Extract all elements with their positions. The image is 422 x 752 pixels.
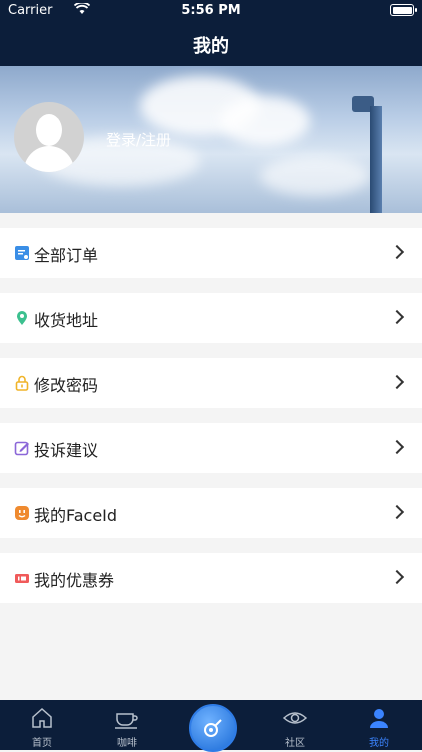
menu-item-address[interactable]: 收货地址 <box>0 293 422 343</box>
login-register-link[interactable]: 登录/注册 <box>106 129 171 150</box>
location-pin-icon <box>14 310 30 326</box>
status-bar: Carrier 5:56 PM <box>0 0 422 22</box>
page-title: 我的 <box>193 36 229 57</box>
center-action-icon <box>201 716 225 744</box>
coffee-cup-icon <box>115 706 139 730</box>
menu-item-label: 我的FaceId <box>34 506 118 525</box>
chevron-right-icon <box>389 439 405 455</box>
status-time: 5:56 PM <box>181 3 241 18</box>
order-list-icon <box>14 245 30 261</box>
menu-item-feedback[interactable]: 投诉建议 <box>0 423 422 473</box>
menu-item-orders[interactable]: 全部订单 <box>0 228 422 278</box>
coupon-icon <box>14 570 30 586</box>
home-icon <box>30 706 54 730</box>
center-action-button[interactable] <box>189 704 237 752</box>
avatar[interactable] <box>14 102 84 172</box>
lighthouse-image <box>370 106 382 213</box>
face-id-icon <box>14 505 30 521</box>
top-bar: Carrier 5:56 PM 我的 <box>0 0 422 66</box>
eye-icon <box>282 706 308 730</box>
menu-item-label: 收货地址 <box>34 311 99 330</box>
menu-item-coupons[interactable]: 我的优惠券 <box>0 553 422 603</box>
menu-item-password[interactable]: 修改密码 <box>0 358 422 408</box>
chevron-right-icon <box>389 374 405 390</box>
tab-mine[interactable]: 我的 <box>344 700 414 750</box>
edit-icon <box>14 440 30 456</box>
chevron-right-icon <box>389 504 405 520</box>
tab-community[interactable]: 社区 <box>260 700 330 750</box>
chevron-right-icon <box>389 244 405 260</box>
menu-item-faceid[interactable]: 我的FaceId <box>0 488 422 538</box>
menu-item-label: 全部订单 <box>34 246 99 265</box>
menu-item-label: 投诉建议 <box>34 441 99 460</box>
chevron-right-icon <box>389 309 405 325</box>
tab-label: 我的 <box>369 738 389 749</box>
menu-item-label: 修改密码 <box>34 376 99 395</box>
battery-icon <box>390 4 417 16</box>
tab-home[interactable]: 首页 <box>7 700 77 750</box>
chevron-right-icon <box>389 569 405 585</box>
tab-label: 咖啡 <box>117 738 137 749</box>
menu-item-label: 我的优惠券 <box>34 571 115 590</box>
user-icon <box>367 706 391 730</box>
tab-label: 首页 <box>32 738 52 749</box>
tab-coffee[interactable]: 咖啡 <box>92 700 162 750</box>
tab-label: 社区 <box>285 738 305 749</box>
lock-icon <box>14 375 30 391</box>
